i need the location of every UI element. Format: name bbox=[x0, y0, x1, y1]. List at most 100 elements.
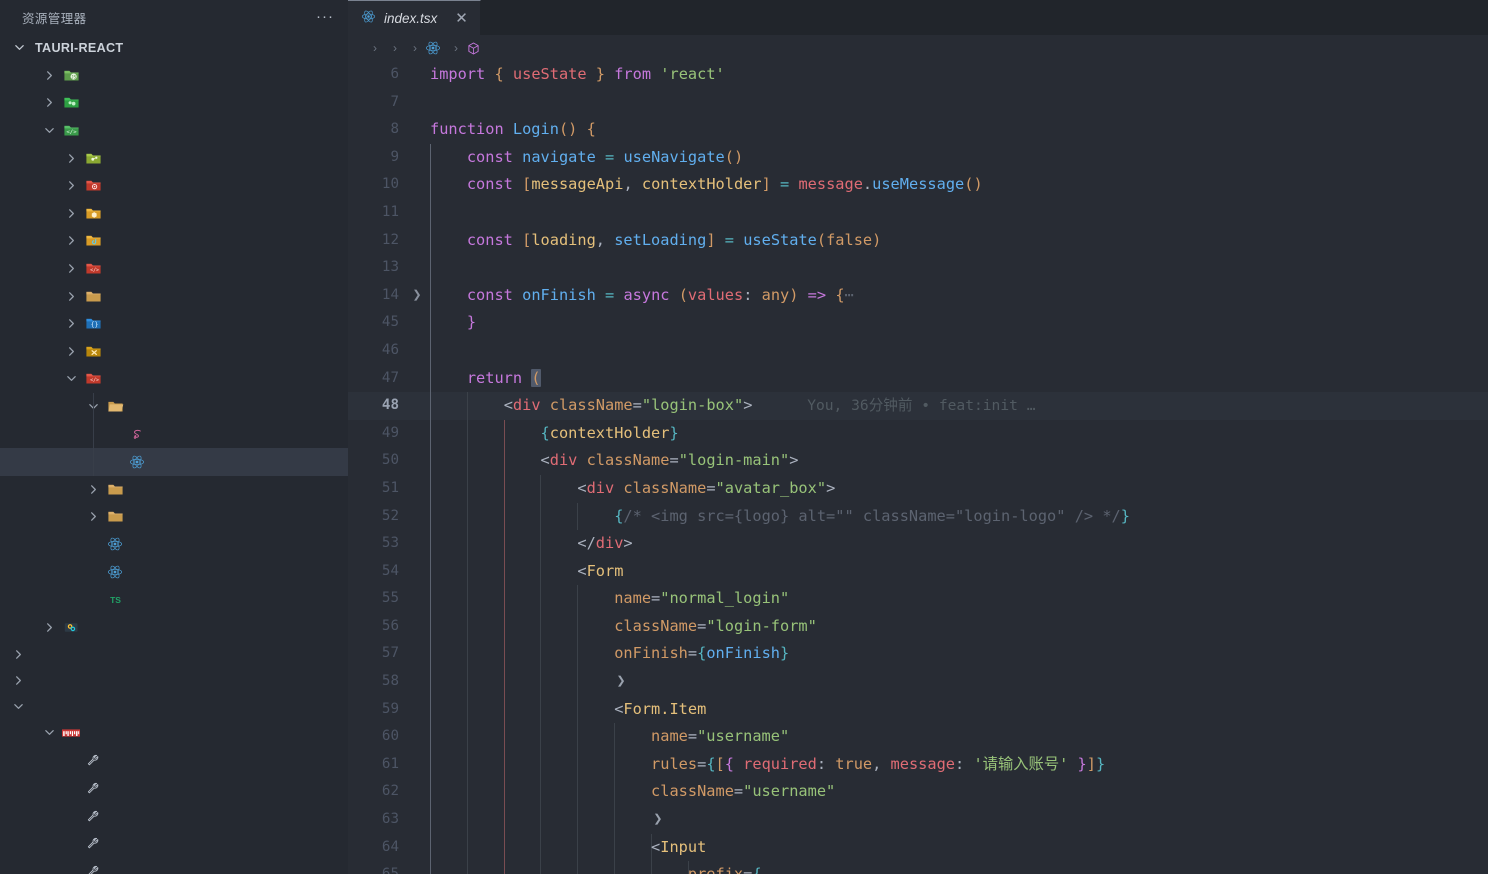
sidebar-section-1[interactable] bbox=[0, 667, 348, 693]
code-line[interactable]: 60 name="username" bbox=[348, 723, 1488, 751]
chevron-down-icon[interactable] bbox=[60, 373, 82, 384]
chevron-right-icon[interactable] bbox=[60, 153, 82, 164]
code-line[interactable]: 63 ❯ bbox=[348, 806, 1488, 834]
code-line[interactable]: 12 const [loading, setLoading] = useStat… bbox=[348, 226, 1488, 255]
code-text: function Login() { bbox=[430, 120, 596, 139]
tree-item-vite-env-d-ts[interactable]: TS bbox=[0, 586, 348, 614]
code-line[interactable]: 49 {contextHolder} bbox=[348, 419, 1488, 448]
svg-text:JS: JS bbox=[71, 74, 77, 80]
chevron-right-icon[interactable] bbox=[60, 263, 82, 274]
chevron-right-icon[interactable] bbox=[60, 291, 82, 302]
tree-item-node-modules[interactable]: JS bbox=[0, 62, 348, 90]
close-icon[interactable]: ✕ bbox=[455, 11, 468, 26]
line-number: 8 bbox=[390, 121, 399, 138]
npm-script-bundle[interactable] bbox=[0, 857, 348, 874]
tree-item-index-tsx[interactable] bbox=[0, 447, 348, 476]
code-line[interactable]: 48 <div className="login-box"> You, 36分钟前… bbox=[348, 392, 1488, 420]
code-text: <Input bbox=[651, 837, 707, 856]
fold-chevron-icon[interactable]: ❯ bbox=[410, 282, 424, 310]
code-line[interactable]: 53 </div> bbox=[348, 530, 1488, 558]
tree-item-assets[interactable] bbox=[0, 172, 348, 200]
npm-script-dev[interactable] bbox=[0, 747, 348, 775]
npm-script-preview[interactable] bbox=[0, 802, 348, 830]
code-line[interactable]: 57 onFinish={onFinish} bbox=[348, 640, 1488, 669]
ellipsis-icon[interactable]: ··· bbox=[316, 9, 334, 24]
code-text: {/* <img src={logo} alt="" className="lo… bbox=[614, 506, 1130, 525]
tree-item-src-tauri[interactable] bbox=[0, 613, 348, 641]
code-text: const onFinish = async (values: any) => … bbox=[466, 285, 854, 304]
tree-item-index-scss[interactable] bbox=[0, 420, 348, 448]
tree-item-components[interactable] bbox=[0, 200, 348, 228]
code-line[interactable]: 47 return ( bbox=[348, 364, 1488, 393]
chevron-right-icon[interactable] bbox=[60, 235, 82, 246]
tree-item-login[interactable] bbox=[0, 393, 348, 421]
tree-item-public[interactable] bbox=[0, 89, 348, 117]
chevron-right-icon[interactable] bbox=[60, 180, 82, 191]
npm-package-json[interactable] bbox=[0, 719, 348, 747]
code-line[interactable]: 54 <Form bbox=[348, 557, 1488, 586]
code-line[interactable]: 56 className="login-form" bbox=[348, 612, 1488, 641]
tree-item-publish[interactable] bbox=[0, 503, 348, 531]
tree-item-src[interactable]: </> bbox=[0, 117, 348, 145]
tree-item-store[interactable] bbox=[0, 282, 348, 310]
svg-text:</>: </> bbox=[66, 130, 77, 136]
chevron-right-icon[interactable] bbox=[38, 97, 60, 108]
tree-item-utils[interactable] bbox=[0, 338, 348, 366]
npm-script-build[interactable] bbox=[0, 774, 348, 802]
chevron-right-icon[interactable] bbox=[38, 70, 60, 81]
chevron-down-icon[interactable] bbox=[38, 125, 60, 136]
tree-item-hooks[interactable] bbox=[0, 227, 348, 255]
code-line[interactable]: 46 bbox=[348, 336, 1488, 365]
code-line[interactable]: 59 <Form.Item bbox=[348, 695, 1488, 724]
sidebar-section-0[interactable] bbox=[0, 641, 348, 667]
code-line[interactable]: 11 bbox=[348, 198, 1488, 227]
code-line[interactable]: 13 bbox=[348, 254, 1488, 282]
tree-item-layout[interactable]: </> bbox=[0, 255, 348, 283]
line-number: 50 bbox=[381, 452, 399, 469]
code-line[interactable]: 50 <div className="login-main"> bbox=[348, 447, 1488, 475]
project-root-header[interactable]: TAURI-REACT bbox=[0, 34, 348, 62]
code-viewport[interactable]: 6 import { useState } from 'react' 7 8 funct… bbox=[348, 61, 1488, 874]
tree-item-app-tsx[interactable] bbox=[0, 531, 348, 559]
code-line[interactable]: 7 bbox=[348, 89, 1488, 117]
code-text: </div> bbox=[577, 534, 633, 553]
code-line[interactable]: 45 } bbox=[348, 309, 1488, 337]
tree-item-main-tsx[interactable] bbox=[0, 558, 348, 586]
code-line[interactable]: 51 <div className="avatar_box"> bbox=[348, 474, 1488, 503]
tree-item-views[interactable]: </> bbox=[0, 365, 348, 393]
explorer-title: 资源管理器 bbox=[22, 11, 87, 26]
breadcrumb-item-login[interactable] bbox=[465, 41, 487, 56]
api-folder-icon bbox=[82, 150, 104, 167]
code-line[interactable]: 61 rules={[{ required: true, message: '请… bbox=[348, 750, 1488, 779]
code-line[interactable]: 9 const navigate = useNavigate() bbox=[348, 143, 1488, 172]
code-line[interactable]: 6 import { useState } from 'react' bbox=[348, 61, 1488, 89]
chevron-right-icon[interactable] bbox=[38, 622, 60, 633]
symbol-class-icon bbox=[466, 41, 481, 56]
code-line[interactable]: 55 name="normal_login" bbox=[348, 585, 1488, 613]
chevron-down-icon[interactable] bbox=[38, 727, 60, 738]
chevron-right-icon[interactable] bbox=[60, 208, 82, 219]
tab-index-tsx[interactable]: index.tsx ✕ bbox=[348, 0, 481, 35]
chevron-right-icon[interactable] bbox=[60, 318, 82, 329]
sidebar-section-2[interactable] bbox=[0, 693, 348, 719]
sass-file-icon bbox=[126, 426, 148, 442]
tree-item-notes[interactable] bbox=[0, 476, 348, 504]
npm-script-develop[interactable] bbox=[0, 829, 348, 857]
code-line[interactable]: 65 prefix={ bbox=[348, 861, 1488, 874]
code-line[interactable]: 52 {/* <img src={logo} alt="" className=… bbox=[348, 502, 1488, 531]
fold-chevron-icon[interactable]: ❯ bbox=[614, 668, 628, 696]
git-blame-annotation[interactable]: You, 36分钟前 • feat:init … bbox=[807, 392, 1035, 420]
tree-item-styles[interactable]: {} bbox=[0, 310, 348, 338]
code-line[interactable]: 14 ❯ const onFinish = async (values: any)… bbox=[348, 281, 1488, 310]
chevron-right-icon[interactable] bbox=[82, 511, 104, 522]
chevron-right-icon[interactable] bbox=[82, 484, 104, 495]
code-line[interactable]: 8 function Login() { bbox=[348, 116, 1488, 144]
chevron-right-icon[interactable] bbox=[60, 346, 82, 357]
breadcrumb-item-index-tsx[interactable] bbox=[424, 40, 447, 56]
tree-item-apis[interactable] bbox=[0, 144, 348, 172]
code-line[interactable]: 64 <Input bbox=[348, 833, 1488, 862]
fold-chevron-icon[interactable]: ❯ bbox=[651, 806, 665, 834]
code-line[interactable]: 58 ❯ bbox=[348, 668, 1488, 696]
code-line[interactable]: 10 const [messageApi, contextHolder] = m… bbox=[348, 171, 1488, 199]
code-line[interactable]: 62 className="username" bbox=[348, 778, 1488, 807]
